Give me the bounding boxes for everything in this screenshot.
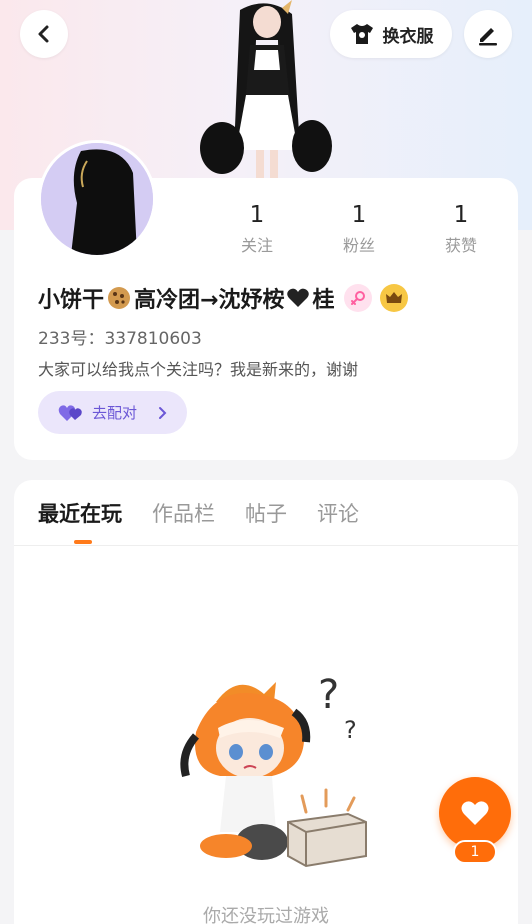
change-outfit-button[interactable]: 换衣服 bbox=[330, 10, 452, 58]
stat-followers[interactable]: 1 粉丝 bbox=[319, 200, 399, 256]
tab-posts[interactable]: 帖子 bbox=[245, 498, 287, 528]
user-id: 233号：337810603 bbox=[38, 329, 202, 349]
avatar-image bbox=[41, 143, 153, 255]
empty-state-text: 你还没玩过游戏 bbox=[203, 906, 329, 924]
user-bio: 大家可以给我点个关注吗？我是新来的，谢谢 bbox=[38, 360, 359, 379]
avatar-3d-figure[interactable] bbox=[200, 0, 335, 180]
stat-following[interactable]: 1 关注 bbox=[217, 200, 297, 256]
svg-text:?: ? bbox=[344, 716, 357, 744]
likes-label: 获赞 bbox=[444, 236, 477, 255]
followers-count: 1 bbox=[351, 202, 367, 228]
black-heart-icon bbox=[287, 288, 310, 307]
heart-icon bbox=[461, 801, 489, 825]
stat-likes[interactable]: 1 获赞 bbox=[421, 200, 501, 256]
tab-divider bbox=[14, 545, 518, 546]
chevron-left-icon bbox=[38, 25, 49, 43]
username-part-1: 小饼干 bbox=[38, 288, 105, 313]
avatar[interactable] bbox=[38, 140, 156, 258]
tshirt-icon bbox=[350, 24, 373, 44]
change-outfit-label: 换衣服 bbox=[382, 26, 434, 47]
female-badge[interactable] bbox=[344, 284, 373, 312]
crown-icon bbox=[386, 292, 403, 303]
content-tabs: 最近在玩 作品栏 帖子 评论 bbox=[38, 498, 359, 528]
username-part-3: 桂 bbox=[312, 288, 335, 313]
cookie-icon bbox=[108, 287, 131, 309]
back-button[interactable] bbox=[20, 10, 68, 58]
empty-state-illustration: ? ? bbox=[180, 672, 367, 868]
go-pair-button[interactable]: 去配对 bbox=[38, 391, 187, 434]
female-icon bbox=[351, 291, 366, 305]
likes-count: 1 bbox=[453, 202, 469, 228]
vip-crown-badge[interactable] bbox=[380, 284, 409, 312]
like-button[interactable] bbox=[439, 777, 511, 849]
following-count: 1 bbox=[249, 202, 265, 228]
go-pair-label: 去配对 bbox=[92, 404, 138, 422]
username-part-2: 高冷团→沈妤桉 bbox=[134, 288, 285, 313]
following-label: 关注 bbox=[240, 236, 273, 255]
chevron-right-icon bbox=[159, 406, 167, 419]
username: 小饼干 高冷团→沈妤桉 桂 bbox=[38, 282, 409, 314]
like-count-badge: 1 bbox=[453, 840, 497, 864]
followers-label: 粉丝 bbox=[342, 236, 375, 255]
edit-profile-button[interactable] bbox=[464, 10, 512, 58]
double-heart-icon bbox=[58, 404, 82, 421]
tab-recently-played[interactable]: 最近在玩 bbox=[38, 498, 122, 528]
svg-text:?: ? bbox=[318, 672, 339, 718]
active-tab-indicator bbox=[74, 540, 92, 544]
pen-icon bbox=[479, 28, 497, 46]
tab-comments[interactable]: 评论 bbox=[317, 498, 359, 528]
tab-works[interactable]: 作品栏 bbox=[152, 498, 215, 528]
